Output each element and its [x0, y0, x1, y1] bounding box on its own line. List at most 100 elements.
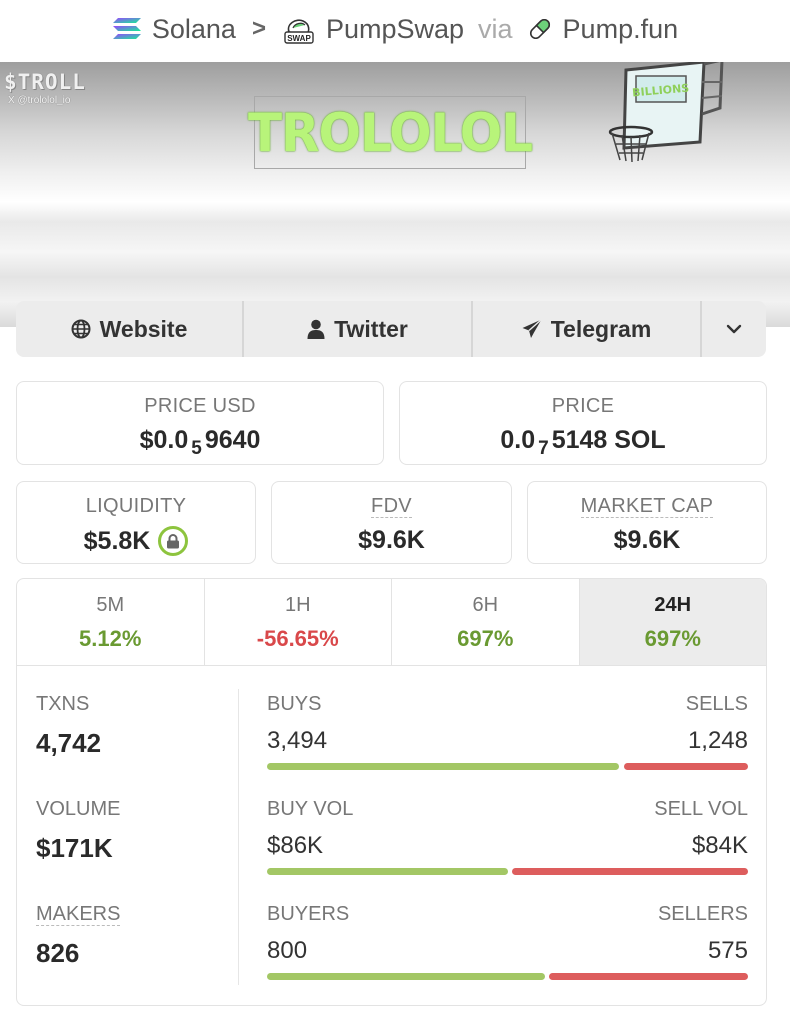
- website-link[interactable]: Website: [16, 301, 244, 357]
- price-sol-prefix: 0.0: [500, 426, 536, 454]
- makers-value: 826: [36, 938, 80, 968]
- breadcrumb-chain-label: Solana: [151, 13, 236, 44]
- volume-ratio-bar: [267, 868, 748, 875]
- social-links-bar: Website Twitter Telegram: [16, 301, 766, 357]
- breadcrumb-separator: >: [251, 15, 266, 42]
- banner-ticker: $TROLL: [4, 70, 86, 94]
- breadcrumb: Solana > SWAP PumpSwap via Pump.fun: [0, 0, 790, 58]
- buys-label: BUYS: [267, 693, 322, 715]
- price-usd-label: PRICE USD: [144, 395, 256, 417]
- tab-change: 5.12%: [79, 626, 142, 651]
- makers-split: BUYERS SELLERS 800 575: [267, 903, 748, 980]
- tab-label: 5M: [96, 594, 125, 616]
- market-cap-label-row: MARKET CAP: [528, 495, 766, 518]
- price-sol-digits: 5148 SOL: [551, 426, 666, 454]
- txns-value: 4,742: [36, 728, 102, 758]
- banner-title-box: TROLOLOL: [248, 96, 533, 169]
- sellers-value: 575: [707, 937, 748, 964]
- price-usd-zero-count: 5: [191, 437, 202, 459]
- telegram-link[interactable]: Telegram: [473, 301, 702, 357]
- tab-5m[interactable]: 5M 5.12%: [17, 579, 205, 665]
- twitter-link[interactable]: Twitter: [244, 301, 473, 357]
- txns-ratio-bar: [267, 763, 748, 770]
- pumpswap-icon-text: SWAP: [287, 34, 311, 43]
- buys-bar: [267, 763, 620, 770]
- fdv-value: $9.6K: [358, 526, 425, 554]
- volume-metric: VOLUME $171K: [36, 798, 120, 864]
- sells-label: SELLS: [685, 693, 748, 715]
- tab-1h[interactable]: 1H -56.65%: [205, 579, 392, 665]
- buyers-bar: [267, 973, 545, 980]
- liquidity-value-row: $5.8K: [17, 526, 255, 556]
- token-banner: $TROLL X @trololol_io TROLOLOL BILLIONS: [0, 62, 790, 327]
- breadcrumb-chain[interactable]: Solana: [112, 14, 236, 45]
- txns-metric: TXNS 4,742: [36, 693, 101, 759]
- sell-vol-label: SELL VOL: [654, 798, 748, 820]
- price-usd-prefix: $0.0: [139, 426, 189, 454]
- fdv-label-row: FDV: [272, 495, 511, 518]
- buys-value: 3,494: [267, 727, 328, 754]
- txns-label: TXNS: [36, 693, 90, 715]
- price-sol-card: PRICE 0.0 7 5148 SOL: [399, 381, 767, 465]
- market-cap-value: $9.6K: [613, 526, 681, 554]
- buy-vol-bar: [267, 868, 509, 875]
- buy-vol-label: BUY VOL: [267, 798, 354, 820]
- sellers-bar: [548, 973, 748, 980]
- liquidity-label: LIQUIDITY: [85, 495, 187, 517]
- txns-split: BUYS SELLS 3,494 1,248: [267, 693, 748, 770]
- banner-title: TROLOLOL: [247, 102, 533, 163]
- tab-24h[interactable]: 24H 697%: [579, 579, 766, 665]
- sellers-label: SELLERS: [657, 903, 748, 925]
- makers-label-row: MAKERS: [36, 903, 121, 926]
- sells-value: 1,248: [687, 727, 748, 754]
- liquidity-value: $5.8K: [83, 526, 151, 555]
- pill-icon: [529, 18, 550, 40]
- buyers-value: 800: [267, 937, 308, 964]
- basketball-hoop-icon: BILLIONS: [608, 62, 724, 163]
- period-tabs: 5M 5.12% 1H -56.65% 6H 697% 24H 697%: [17, 579, 766, 666]
- sell-vol-bar: [512, 868, 748, 875]
- price-sol-zero-count: 7: [538, 437, 549, 459]
- globe-icon: [71, 319, 91, 339]
- makers-metric: MAKERS 826: [36, 903, 121, 969]
- website-link-label: Website: [99, 315, 188, 342]
- tab-label: 6H: [472, 594, 499, 616]
- buy-vol-value: $86K: [267, 832, 324, 859]
- market-cap-label[interactable]: MARKET CAP: [580, 495, 714, 518]
- tab-change: 697%: [457, 626, 514, 651]
- fdv-label[interactable]: FDV: [371, 495, 412, 518]
- buyers-label: BUYERS: [267, 903, 350, 925]
- tab-change: -56.65%: [256, 626, 339, 651]
- breadcrumb-via: via: [478, 13, 513, 44]
- price-usd-digits: 9640: [204, 426, 261, 454]
- price-sol-value: 0.0 7 5148 SOL: [400, 426, 766, 459]
- price-sol-label: PRICE: [551, 395, 615, 417]
- volume-split: BUY VOL SELL VOL $86K $84K: [267, 798, 748, 875]
- breadcrumb-launchpad[interactable]: Pump.fun: [527, 13, 679, 45]
- stats-panel: 5M 5.12% 1H -56.65% 6H 697% 24H 697% TXN…: [16, 578, 767, 1006]
- price-usd-value: $0.0 5 9640: [17, 426, 383, 459]
- tab-6h[interactable]: 6H 697%: [392, 579, 580, 665]
- twitter-link-label: Twitter: [334, 315, 408, 342]
- paper-plane-icon: [522, 319, 542, 338]
- market-cap-card: MARKET CAP $9.6K: [527, 481, 767, 564]
- price-usd-card: PRICE USD $0.0 5 9640: [16, 381, 384, 465]
- banner-handle: X @trololol_io: [8, 95, 71, 106]
- liquidity-card: LIQUIDITY $5.8K: [16, 481, 256, 564]
- tab-change: 697%: [644, 626, 701, 651]
- telegram-link-label: Telegram: [550, 315, 652, 342]
- tab-label: 24H: [654, 594, 692, 616]
- sells-bar: [623, 763, 748, 770]
- tab-label: 1H: [284, 594, 311, 616]
- makers-label[interactable]: MAKERS: [36, 903, 121, 926]
- fdv-card: FDV $9.6K: [271, 481, 512, 564]
- lock-icon[interactable]: [158, 526, 189, 556]
- sell-vol-value: $84K: [691, 832, 748, 859]
- makers-ratio-bar: [267, 973, 748, 980]
- volume-value: $171K: [36, 833, 113, 863]
- breadcrumb-launchpad-label: Pump.fun: [562, 13, 679, 44]
- volume-label: VOLUME: [36, 798, 121, 820]
- more-links-button[interactable]: [702, 301, 766, 357]
- breadcrumb-dex[interactable]: SWAP PumpSwap: [282, 12, 464, 46]
- user-icon: [307, 319, 325, 339]
